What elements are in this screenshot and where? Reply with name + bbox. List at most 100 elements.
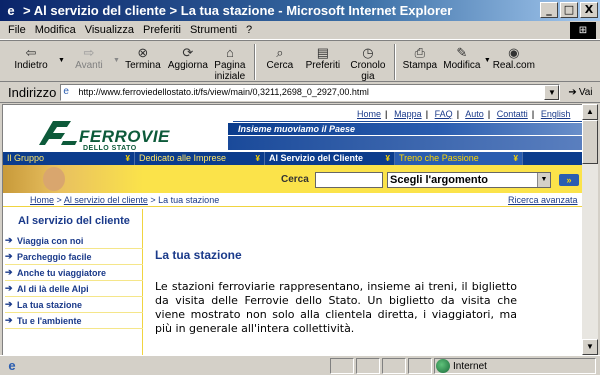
side-item-viaggia[interactable]: ➔ Viaggia con noi [5,233,143,249]
window-title: > Al servizio del cliente > La tua stazi… [23,3,453,18]
tab-label: Dedicato alle Imprese [139,153,227,163]
page-viewport: Home | Mappa | FAQ | Auto | Contatti | Englis… [2,104,582,355]
tab-il-gruppo[interactable]: Il Gruppo ¥ [3,152,135,165]
address-bar: Indirizzo e http://www.ferroviedellostat… [0,82,600,103]
ie-page-icon: e [8,357,16,373]
crumb-separator: > [56,195,62,205]
tab-imprese[interactable]: Dedicato alle Imprese ¥ [135,152,265,165]
history-label: Cronologia [350,60,386,82]
tab-treno-passione[interactable]: Treno che Passione ¥ [395,152,523,165]
go-button[interactable]: ➔ Vai [568,87,592,98]
crumb-home[interactable]: Home [30,195,54,205]
side-item-ambiente[interactable]: ➔ Tu e l'ambiente [5,313,143,329]
edit-button[interactable]: ✎ Modifica [440,41,484,72]
link-auto[interactable]: Auto [465,109,484,119]
forward-label: Avanti [75,60,103,71]
close-button[interactable]: X [580,2,598,18]
menu-preferiti[interactable]: Preferiti [143,24,181,36]
link-faq[interactable]: FAQ [435,109,453,119]
chevron-down-icon: ¥ [513,154,518,163]
forward-button[interactable]: ⇨ Avanti [65,41,113,72]
chevron-down-icon: ¥ [255,154,260,163]
link-home[interactable]: Home [357,109,381,119]
forward-arrow-icon: ⇨ [83,44,95,60]
link-contatti[interactable]: Contatti [497,109,528,119]
header-photo [3,165,143,193]
arrow-right-icon: ➔ [5,283,13,293]
chevron-down-icon: ▼ [537,173,550,187]
real-icon: ◉ [508,44,520,60]
side-item-alpi[interactable]: ➔ Al di là delle Alpi [5,281,143,297]
side-item-viaggiatore[interactable]: ➔ Anche tu viaggiatore [5,265,143,281]
address-dropdown-icon[interactable]: ▼ [544,84,560,100]
menu-modifica[interactable]: Modifica [35,24,76,36]
crumb-section[interactable]: Al servizio del cliente [64,195,148,205]
status-bar: e Internet [0,355,600,375]
tab-servizio-cliente[interactable]: Al Servizio del Cliente ¥ [265,152,395,165]
title-bar: e > Al servizio del cliente > La tua sta… [0,0,600,21]
home-icon: ⌂ [225,44,234,60]
arrow-right-icon: ➔ [5,299,13,309]
side-item-label: La tua stazione [17,299,83,310]
print-button[interactable]: ⎙ Stampa [400,41,440,72]
maximize-button[interactable]: □ [560,2,578,18]
side-item-parcheggio[interactable]: ➔ Parcheggio facile [5,249,143,265]
refresh-label: Aggiorna [167,60,208,71]
page-title: La tua stazione [155,248,242,262]
menu-help[interactable]: ? [246,24,252,36]
security-zone: Internet [436,359,487,373]
vertical-scrollbar[interactable]: ▲ ▼ [582,104,598,355]
status-pane [356,358,380,374]
home-button[interactable]: ⌂ Pagina iniziale [210,41,250,83]
topic-select[interactable]: Scegli l'argomento ▼ [387,172,551,188]
ie-logo-icon: e [7,3,15,18]
search-go-button[interactable]: » [559,174,579,186]
side-item-stazione[interactable]: ➔ La tua stazione [5,297,143,313]
link-mappa[interactable]: Mappa [394,109,422,119]
chevron-down-icon: ¥ [385,154,390,163]
toolbar-separator [393,44,396,80]
edit-dropdown-icon[interactable]: ▼ [484,57,491,64]
stop-button[interactable]: ⊗ Termina [120,41,166,72]
intro-paragraph: Le stazioni ferroviarie rappresentano, i… [155,280,517,335]
menu-file[interactable]: File [8,24,26,36]
history-button[interactable]: ◷ Cronologia [346,41,390,83]
fs-logo[interactable]: FERROVIE DELLO STATO [31,115,231,155]
edit-label: Modifica [443,60,481,71]
refresh-icon: ⟳ [182,44,194,60]
refresh-button[interactable]: ⟳ Aggiorna [166,41,210,72]
minimize-button[interactable]: _ [540,2,558,18]
side-menu-title: Al servizio del cliente [18,215,130,227]
address-input[interactable]: e http://www.ferroviedellostato.it/fs/vi… [60,83,561,101]
window-controls: _ □ X [540,2,598,18]
advanced-search-link[interactable]: Ricerca avanzata [508,195,578,205]
real-label: Real.com [492,60,535,71]
history-icon: ◷ [362,44,374,60]
arrow-right-icon: ➔ [5,267,13,277]
home-label: Pagina iniziale [214,60,246,82]
arrow-right-icon: ➔ [5,315,13,325]
favorites-button[interactable]: ▤ Preferiti [300,41,346,72]
link-english[interactable]: English [541,109,571,119]
real-button[interactable]: ◉ Real.com [491,41,537,72]
brand-name: FERROVIE [79,127,170,146]
scroll-down-icon[interactable]: ▼ [582,339,598,355]
menu-strumenti[interactable]: Strumenti [190,24,237,36]
go-label: Vai [578,86,593,98]
stop-icon: ⊗ [137,44,149,60]
photo-face [43,167,65,191]
site-search-input[interactable] [315,172,383,188]
back-button[interactable]: ⇦ Indietro [4,41,58,72]
back-dropdown-icon[interactable]: ▼ [58,57,65,64]
address-url: http://www.ferroviedellostato.it/fs/view… [78,87,369,97]
scroll-up-icon[interactable]: ▲ [582,104,598,120]
fs-logo-mark-icon [39,121,77,145]
forward-dropdown-icon[interactable]: ▼ [113,57,120,64]
print-label: Stampa [402,60,438,71]
search-button[interactable]: ⌕ Cerca [260,41,300,72]
menu-bar: File Modifica Visualizza Preferiti Strum… [0,21,600,40]
top-links: Home | Mappa | FAQ | Auto | Contatti | Englis… [357,109,571,119]
breadcrumb: Home > Al servizio del cliente > La tua … [30,195,219,205]
menu-visualizza[interactable]: Visualizza [85,24,134,36]
scroll-thumb[interactable] [582,120,598,164]
